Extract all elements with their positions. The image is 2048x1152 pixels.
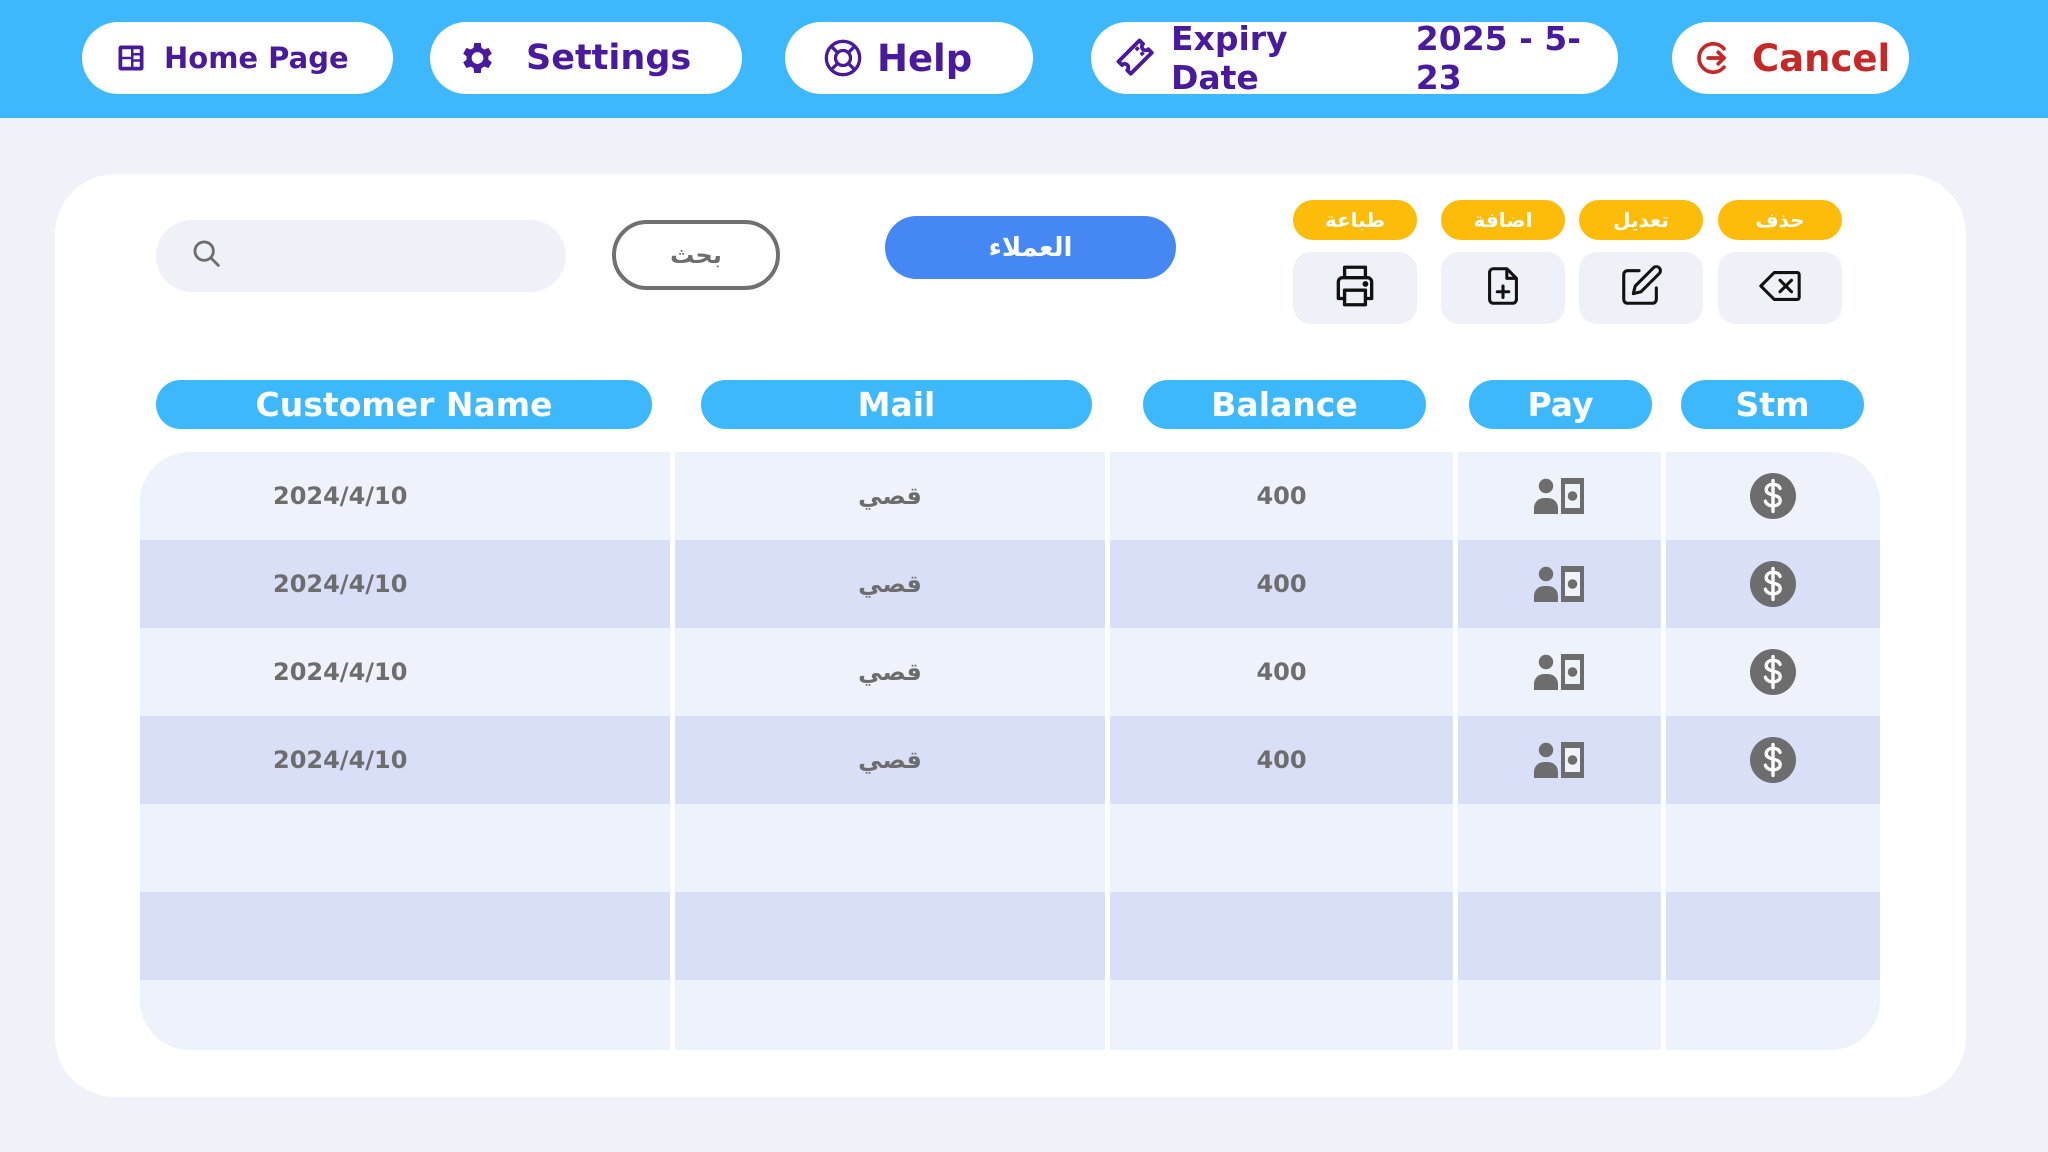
add-button[interactable] — [1441, 252, 1565, 324]
cell-mail: قصي — [675, 628, 1110, 716]
settings-label: Settings — [526, 38, 692, 78]
add-label: اضافة — [1441, 200, 1565, 240]
edit-icon — [1618, 263, 1664, 313]
table-row[interactable]: 2024/4/10 قصي 400 — [140, 540, 1880, 628]
home-page-label: Home Page — [164, 41, 349, 75]
top-bar: Home Page Settings Help Expiry Date 2025… — [0, 0, 2048, 118]
customers-button[interactable]: العملاء — [885, 216, 1176, 279]
cell-pay — [1458, 540, 1666, 628]
cell-stm — [1666, 980, 1880, 1050]
edit-label: تعديل — [1579, 200, 1703, 240]
dollar-circle-icon[interactable] — [1749, 560, 1797, 608]
table-row[interactable] — [140, 804, 1880, 892]
cell-stm — [1666, 804, 1880, 892]
cell-balance — [1110, 980, 1458, 1050]
cell-customer-name: 2024/4/10 — [140, 628, 675, 716]
search-field[interactable] — [156, 220, 566, 292]
cell-pay — [1458, 980, 1666, 1050]
cell-mail: قصي — [675, 540, 1110, 628]
cell-pay — [1458, 628, 1666, 716]
ticket-icon — [1115, 37, 1157, 79]
delete-action: حذف — [1718, 200, 1842, 324]
pay-cash-icon[interactable] — [1533, 740, 1586, 780]
header-mail[interactable]: Mail — [701, 380, 1092, 429]
cell-mail — [675, 892, 1110, 980]
header-pay[interactable]: Pay — [1469, 380, 1652, 429]
edit-button[interactable] — [1579, 252, 1703, 324]
header-balance[interactable]: Balance — [1143, 380, 1426, 429]
pay-cash-icon[interactable] — [1533, 652, 1586, 692]
header-stm[interactable]: Stm — [1681, 380, 1864, 429]
cell-customer-name: 2024/4/10 — [140, 540, 675, 628]
cancel-label: Cancel — [1752, 36, 1891, 80]
cell-pay — [1458, 804, 1666, 892]
header-customer-name[interactable]: Customer Name — [156, 380, 652, 429]
logout-icon — [1694, 38, 1734, 78]
cell-stm — [1666, 628, 1880, 716]
home-grid-icon — [116, 43, 146, 73]
cell-pay — [1458, 892, 1666, 980]
pay-cash-icon[interactable] — [1533, 564, 1586, 604]
cell-pay — [1458, 452, 1666, 540]
home-page-button[interactable]: Home Page — [82, 22, 393, 94]
cell-stm — [1666, 892, 1880, 980]
expiry-date-display: Expiry Date 2025 - 5-23 — [1091, 19, 1618, 97]
cell-stm — [1666, 540, 1880, 628]
search-icon — [190, 237, 224, 275]
cell-balance: 400 — [1110, 452, 1458, 540]
cell-customer-name: 2024/4/10 — [140, 452, 675, 540]
expiry-date-value: 2025 - 5-23 — [1415, 19, 1581, 97]
dollar-circle-icon[interactable] — [1749, 472, 1797, 520]
cell-balance: 400 — [1110, 628, 1458, 716]
file-add-icon — [1480, 263, 1526, 313]
printer-icon — [1330, 261, 1380, 315]
backspace-delete-icon — [1757, 263, 1803, 313]
table-row[interactable] — [140, 980, 1880, 1050]
cell-stm — [1666, 452, 1880, 540]
settings-button[interactable]: Settings — [430, 22, 742, 94]
pay-cash-icon[interactable] — [1533, 476, 1586, 516]
cell-mail — [675, 980, 1110, 1050]
print-action: طباعة — [1293, 200, 1417, 324]
print-label: طباعة — [1293, 200, 1417, 240]
cancel-button[interactable]: Cancel — [1672, 22, 1909, 94]
table-row[interactable]: 2024/4/10 قصي 400 — [140, 628, 1880, 716]
cell-balance: 400 — [1110, 540, 1458, 628]
cell-pay — [1458, 716, 1666, 804]
delete-button[interactable] — [1718, 252, 1842, 324]
search-input[interactable] — [240, 236, 560, 276]
table-row[interactable]: 2024/4/10 قصي 400 — [140, 452, 1880, 540]
cell-customer-name: 2024/4/10 — [140, 716, 675, 804]
help-label: Help — [877, 36, 973, 80]
cell-customer-name — [140, 804, 675, 892]
gear-icon — [456, 38, 496, 78]
cell-balance — [1110, 892, 1458, 980]
table-row[interactable]: 2024/4/10 قصي 400 — [140, 716, 1880, 804]
cell-mail: قصي — [675, 452, 1110, 540]
cell-mail — [675, 804, 1110, 892]
cell-stm — [1666, 716, 1880, 804]
customers-table: 2024/4/10 قصي 400 2024/4/10 قصي 400 2024… — [140, 452, 1880, 1050]
cell-customer-name — [140, 892, 675, 980]
search-button[interactable]: بحث — [612, 220, 780, 290]
cell-balance: 400 — [1110, 716, 1458, 804]
print-button[interactable] — [1293, 252, 1417, 324]
dollar-circle-icon[interactable] — [1749, 736, 1797, 784]
add-action: اضافة — [1441, 200, 1565, 324]
lifebuoy-icon — [823, 38, 863, 78]
expiry-date-label: Expiry Date — [1171, 19, 1288, 97]
cell-balance — [1110, 804, 1458, 892]
dollar-circle-icon[interactable] — [1749, 648, 1797, 696]
table-row[interactable] — [140, 892, 1880, 980]
delete-label: حذف — [1718, 200, 1842, 240]
cell-mail: قصي — [675, 716, 1110, 804]
cell-customer-name — [140, 980, 675, 1050]
edit-action: تعديل — [1579, 200, 1703, 324]
help-button[interactable]: Help — [785, 22, 1033, 94]
